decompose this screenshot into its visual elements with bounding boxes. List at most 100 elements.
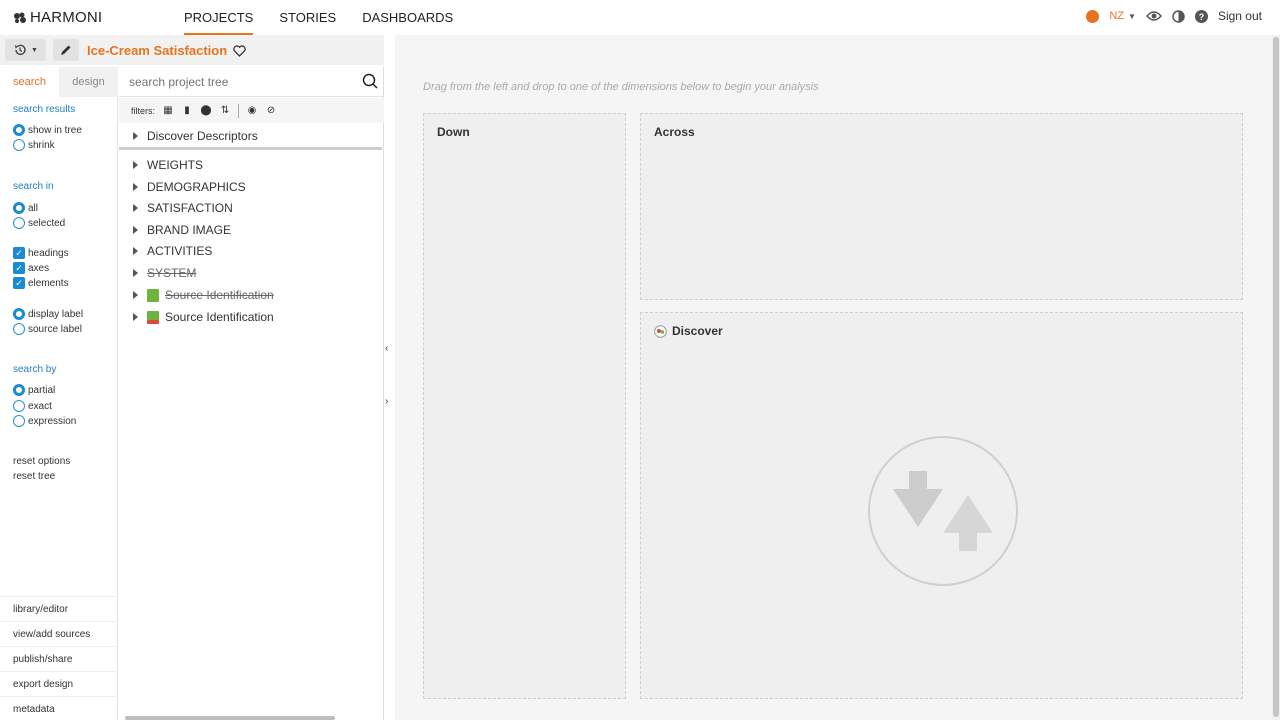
tree-item-label: SATISFACTION bbox=[147, 201, 233, 215]
history-button[interactable]: ▼ bbox=[5, 39, 46, 61]
view-add-sources-link[interactable]: view/add sources bbox=[0, 621, 118, 646]
tree-item[interactable]: BRAND IMAGE bbox=[119, 219, 382, 241]
option-partial[interactable]: partial bbox=[13, 384, 55, 396]
tree-search-box bbox=[119, 67, 384, 97]
option-label: selected bbox=[28, 217, 66, 229]
nav-tab-dashboards[interactable]: DASHBOARDS bbox=[362, 10, 453, 35]
tree-item-label: WEIGHTS bbox=[147, 158, 203, 172]
checkmark-icon: ✓ bbox=[13, 262, 25, 274]
option-label: expression bbox=[28, 415, 77, 427]
option-label: exact bbox=[28, 400, 52, 412]
panel-splitter[interactable] bbox=[384, 67, 394, 720]
expand-arrow-icon bbox=[133, 226, 138, 234]
option-label: headings bbox=[28, 247, 69, 259]
option-all[interactable]: all bbox=[13, 202, 38, 214]
discover-dropzone[interactable]: Discover bbox=[640, 312, 1243, 699]
expand-right-icon[interactable]: › bbox=[385, 396, 388, 407]
option-label: partial bbox=[28, 384, 56, 396]
heart-icon[interactable] bbox=[233, 44, 246, 57]
option-expression[interactable]: expression bbox=[13, 415, 76, 427]
option-label: shrink bbox=[28, 139, 55, 151]
tree-item[interactable]: WEIGHTS bbox=[119, 154, 382, 176]
option-exact[interactable]: exact bbox=[13, 400, 52, 412]
library-editor-link[interactable]: library/editor bbox=[0, 596, 118, 621]
help-icon[interactable]: ? bbox=[1194, 9, 1208, 23]
nav-tab-projects[interactable]: PROJECTS bbox=[184, 10, 254, 35]
search-input[interactable] bbox=[129, 73, 349, 91]
globe-icon[interactable] bbox=[1086, 9, 1100, 23]
language-code: NZ bbox=[1109, 10, 1125, 22]
option-label: elements bbox=[28, 277, 69, 289]
radio-on-icon bbox=[13, 202, 25, 214]
main-vertical-scrollbar[interactable] bbox=[1272, 35, 1280, 720]
reset-tree-link[interactable]: reset tree bbox=[13, 471, 55, 482]
option-label: all bbox=[28, 202, 39, 214]
expand-arrow-icon bbox=[133, 183, 138, 191]
location-filter-icon[interactable]: ⬤ bbox=[200, 105, 212, 117]
search-options-panel: search design search results show in tre… bbox=[0, 67, 118, 720]
publish-share-link[interactable]: publish/share bbox=[0, 646, 118, 671]
discover-header: Discover bbox=[654, 324, 723, 338]
export-design-link[interactable]: export design bbox=[0, 671, 118, 696]
check-axes[interactable]: ✓ axes bbox=[13, 262, 49, 274]
down-dropzone[interactable]: Down bbox=[423, 113, 626, 699]
eye-filter-icon[interactable]: ◉ bbox=[246, 105, 258, 117]
check-headings[interactable]: ✓ headings bbox=[13, 247, 69, 259]
nav-tab-stories[interactable]: STORIES bbox=[279, 10, 336, 35]
radio-on-icon bbox=[13, 384, 25, 396]
reset-options-link[interactable]: reset options bbox=[13, 456, 70, 467]
tree-item-label: SYSTEM bbox=[147, 266, 197, 280]
radio-on-icon bbox=[13, 124, 25, 136]
option-source-label[interactable]: source label bbox=[13, 323, 82, 335]
tree-item[interactable]: SATISFACTION bbox=[119, 197, 382, 219]
grid-filter-icon[interactable]: ▦ bbox=[162, 105, 174, 117]
option-shrink[interactable]: shrink bbox=[13, 139, 55, 151]
search-icon[interactable] bbox=[362, 73, 378, 89]
option-display-label[interactable]: display label bbox=[13, 308, 83, 320]
pencil-icon bbox=[61, 45, 71, 55]
svg-text:?: ? bbox=[1199, 12, 1205, 22]
metadata-link[interactable]: metadata bbox=[0, 696, 118, 721]
tree-item-label: DEMOGRAPHICS bbox=[147, 180, 246, 194]
harmoni-logo-icon bbox=[14, 12, 26, 23]
tree-item-label: BRAND IMAGE bbox=[147, 223, 232, 237]
contrast-icon[interactable] bbox=[1172, 9, 1185, 23]
tree-item-label: Source Identification bbox=[165, 288, 274, 302]
expand-arrow-icon bbox=[133, 132, 138, 140]
eye-off-filter-icon[interactable]: ⊘ bbox=[265, 105, 277, 117]
option-show-in-tree[interactable]: show in tree bbox=[13, 124, 82, 136]
tree-item-discover-descriptors[interactable]: Discover Descriptors bbox=[119, 125, 382, 150]
tab-design[interactable]: design bbox=[59, 67, 118, 97]
source-red-icon bbox=[147, 310, 159, 324]
tree-item[interactable]: SYSTEM bbox=[119, 262, 382, 284]
tree-item[interactable]: ACTIVITIES bbox=[119, 240, 382, 262]
radio-off-icon bbox=[13, 400, 25, 412]
top-bar: HARMONI PROJECTS STORIES DASHBOARDS NZ ▼ … bbox=[0, 0, 1280, 35]
filters-label: filters: bbox=[131, 105, 156, 116]
across-dropzone[interactable]: Across bbox=[640, 113, 1243, 300]
tree-item[interactable]: Source Identification bbox=[119, 284, 382, 306]
tree-filters: filters: ▦ ▮ ⬤ ⇅ ◉ ⊘ bbox=[119, 98, 384, 123]
harmoni-logo[interactable]: HARMONI bbox=[13, 9, 102, 26]
scrollbar-thumb[interactable] bbox=[1273, 37, 1279, 717]
collapse-left-icon[interactable]: ‹ bbox=[385, 343, 388, 354]
tab-search[interactable]: search bbox=[0, 67, 59, 97]
tree-item[interactable]: Source Identification bbox=[119, 306, 382, 328]
edit-button[interactable] bbox=[53, 39, 79, 61]
check-elements[interactable]: ✓ elements bbox=[13, 277, 69, 289]
options-tabs: search design bbox=[0, 67, 118, 97]
option-selected[interactable]: selected bbox=[13, 217, 65, 229]
language-selector[interactable]: NZ ▼ bbox=[1109, 10, 1136, 22]
eye-icon[interactable] bbox=[1145, 10, 1162, 22]
sign-out-link[interactable]: Sign out bbox=[1218, 9, 1262, 23]
tree-item[interactable]: DEMOGRAPHICS bbox=[119, 176, 382, 198]
search-results-heading: search results bbox=[13, 104, 76, 115]
project-title[interactable]: Ice-Cream Satisfaction bbox=[87, 43, 246, 58]
across-label: Across bbox=[654, 125, 695, 139]
radio-on-icon bbox=[13, 308, 25, 320]
sort-filter-icon[interactable]: ⇅ bbox=[219, 105, 231, 117]
expand-arrow-icon bbox=[133, 204, 138, 212]
project-tree-panel: filters: ▦ ▮ ⬤ ⇅ ◉ ⊘ Discover Descriptor… bbox=[119, 67, 384, 720]
tree-horizontal-scrollbar[interactable] bbox=[125, 716, 335, 720]
column-filter-icon[interactable]: ▮ bbox=[181, 105, 193, 117]
